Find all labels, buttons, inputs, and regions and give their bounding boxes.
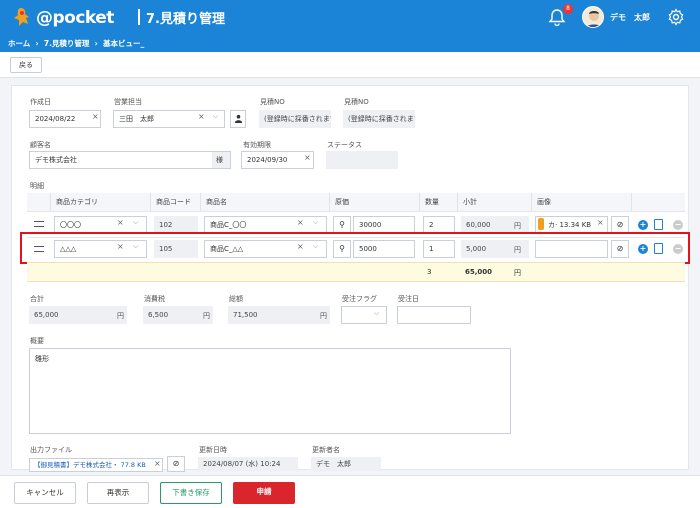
attach-icon[interactable]: ⊘: [167, 456, 185, 472]
created-date-label: 作成日: [30, 98, 51, 106]
add-row-icon[interactable]: +: [638, 220, 648, 230]
highlight-box: [20, 232, 690, 264]
notes-textarea[interactable]: 雛形: [29, 348, 511, 434]
chevron-right-icon: ›: [32, 39, 42, 48]
summary-unit: 円: [514, 269, 521, 277]
avatar[interactable]: [582, 6, 604, 28]
yen-unit: 円: [203, 312, 210, 320]
yen-unit: 円: [514, 222, 521, 230]
order-flag-select[interactable]: [341, 306, 387, 324]
chevron-right-icon: ›: [92, 39, 101, 48]
notes-label: 概要: [30, 337, 44, 345]
app-header: @pocket 7.見積り管理 ホーム › 7.見積り管理 › 基本ビュー_ 8…: [0, 0, 700, 52]
image-thumbnail-icon: [538, 218, 544, 230]
yen-unit: 円: [320, 312, 327, 320]
notification-badge: 8: [563, 4, 573, 14]
breadcrumb-home[interactable]: ホーム: [8, 38, 30, 49]
updated-by-field: デモ 太郎: [311, 457, 381, 471]
clear-icon[interactable]: ×: [154, 459, 161, 468]
summary-subtotal: 65,000: [465, 268, 493, 276]
chevron-down-icon[interactable]: ⌵: [133, 218, 138, 227]
output-file-chip[interactable]: 【御見積書】デモ株式会社・ 77.8 KB: [29, 458, 163, 472]
order-flag-label: 受注フラグ: [342, 295, 377, 303]
sales-rep-select[interactable]: 三田 太郎: [113, 110, 225, 128]
grand-total-field: 71,500: [228, 306, 330, 324]
toolbar: 戻る: [0, 52, 700, 78]
col-code: 商品コード: [151, 193, 201, 211]
summary-qty: 3: [427, 268, 432, 276]
gear-icon[interactable]: [667, 8, 685, 26]
col-category: 商品カテゴリ: [51, 193, 151, 211]
user-name[interactable]: デモ 太郎: [610, 12, 650, 23]
logo-text: @pocket: [36, 8, 114, 28]
order-date-input[interactable]: [397, 306, 471, 324]
details-label: 明細: [30, 182, 44, 190]
apply-button[interactable]: 申請: [233, 482, 295, 504]
estimate-no-field-2: (登録時に採番されます): [343, 110, 415, 128]
clear-icon[interactable]: ×: [198, 112, 205, 121]
user-picker-button[interactable]: [230, 110, 246, 128]
valid-until-label: 有効期限: [243, 141, 271, 149]
output-file-label: 出力ファイル: [30, 446, 72, 454]
cancel-button[interactable]: キャンセル: [14, 482, 76, 504]
breadcrumb: ホーム › 7.見積り管理 › 基本ビュー_: [8, 38, 144, 49]
col-subtotal: 小計: [458, 193, 532, 211]
logo-icon: [14, 8, 29, 26]
chevron-down-icon[interactable]: ⌵: [313, 218, 318, 227]
clear-icon[interactable]: ×: [297, 218, 304, 227]
order-date-label: 受注日: [398, 295, 419, 303]
chevron-down-icon[interactable]: ⌵: [213, 112, 218, 121]
sales-rep-label: 営業担当: [114, 98, 142, 106]
updated-at-label: 更新日時: [199, 446, 227, 454]
clear-icon[interactable]: ×: [304, 153, 311, 162]
redisplay-button[interactable]: 再表示: [87, 482, 149, 504]
page-title: 7.見積り管理: [146, 12, 225, 27]
copy-row-icon[interactable]: [654, 219, 663, 230]
drag-handle-icon[interactable]: [34, 221, 44, 227]
updated-by-label: 更新者名: [312, 446, 340, 454]
honorific-suffix: 様: [212, 152, 230, 168]
person-icon: [234, 114, 242, 123]
created-date-input[interactable]: 2024/08/22: [29, 110, 101, 128]
updated-at-field: 2024/08/07 (水) 10:24: [198, 457, 298, 471]
col-qty: 数量: [420, 193, 458, 211]
tax-label: 消費税: [144, 295, 165, 303]
col-name: 商品名: [201, 193, 330, 211]
col-actions: [632, 193, 685, 211]
clear-icon[interactable]: ×: [597, 218, 604, 227]
total-label: 合計: [30, 295, 44, 303]
col-handle: [27, 193, 51, 211]
chevron-down-icon[interactable]: ⌵: [374, 309, 379, 318]
breadcrumb-module[interactable]: 7.見積り管理: [44, 38, 90, 49]
status-field: [326, 151, 398, 169]
title-divider: [138, 9, 140, 25]
yen-unit: 円: [117, 312, 124, 320]
back-button[interactable]: 戻る: [10, 57, 42, 73]
summary-row: [27, 262, 685, 282]
estimate-no-label: 見積NO: [260, 98, 285, 106]
col-image: 画像: [532, 193, 632, 211]
estimate-no-field: (登録時に採番されます): [259, 110, 331, 128]
footer-bar: キャンセル 再表示 下書き保存 申請: [0, 475, 700, 508]
customer-input[interactable]: デモ株式会社: [29, 151, 231, 169]
clear-icon[interactable]: ×: [92, 112, 99, 121]
estimate-no-label-2: 見積NO: [344, 98, 369, 106]
save-draft-button[interactable]: 下書き保存: [160, 482, 222, 504]
breadcrumb-view[interactable]: 基本ビュー_: [103, 38, 144, 49]
status-label: ステータス: [327, 141, 362, 149]
grand-total-label: 総額: [229, 295, 243, 303]
col-cost: 原価: [330, 193, 420, 211]
clear-icon[interactable]: ×: [117, 218, 124, 227]
remove-row-icon[interactable]: −: [673, 220, 683, 230]
customer-label: 顧客名: [30, 141, 51, 149]
total-field: 65,000: [29, 306, 127, 324]
